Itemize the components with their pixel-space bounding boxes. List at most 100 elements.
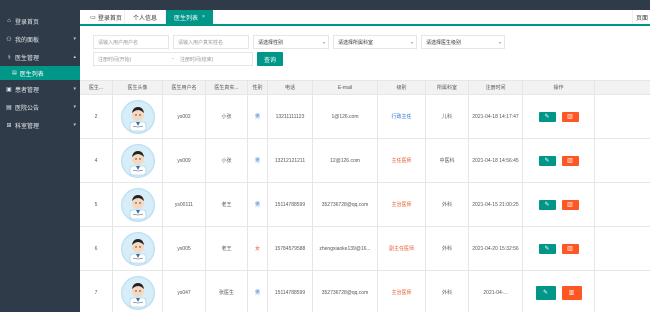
delete-icon: ▥ [567,202,573,208]
doctor-email: 352736728@qq.com [313,271,378,312]
tab-home[interactable]: ▭ 登录首页 [88,10,124,24]
date-end-input[interactable]: 注册时间(结束) [176,56,252,63]
sidebar-item-notice[interactable]: ▤ 医院公告 ▾ [0,98,80,116]
doctor-email: 12@126.com [313,139,378,182]
doctor-username: ys00111 [163,183,206,226]
select-value: 请选择医生级别 [426,39,462,46]
tab-scroll-left[interactable] [80,10,88,24]
sidebar-item-label: 医生管理 [15,55,40,62]
doctor-gender: 男 [248,95,268,138]
tab-label: 个人信息 [133,15,158,22]
doctor-gender: 男 [248,183,268,226]
avatar-cell [113,95,163,138]
column-header[interactable]: 级别 [378,81,426,94]
sidebar-item-patient[interactable]: ▣ 患者管理 ▾ [0,80,80,98]
column-header[interactable]: 注册时间 [469,81,523,94]
avatar-cell [113,227,163,270]
column-header[interactable]: 电话 [268,81,313,94]
username-input[interactable]: 请输入用户用户名 [93,35,169,49]
column-header[interactable]: 所属科室 [426,81,469,94]
doctor-level: 行政主任 [378,95,426,138]
edit-button[interactable]: ✎ [538,155,556,166]
chevron-down-icon: ▾ [73,122,76,128]
edit-button[interactable]: ✎ [538,199,556,210]
doctor-phone: 13211111123 [268,95,313,138]
column-header[interactable]: E-mail [313,81,378,94]
doctor-level: 主任医师 [378,139,426,182]
avatar [120,99,155,134]
tab-page-menu[interactable]: 页面 [632,10,650,24]
tab-profile[interactable]: 个人信息 [124,10,165,24]
select-value: 请选择性别 [258,39,284,46]
edit-button[interactable]: ✎ [535,285,556,300]
realname-input[interactable]: 请输入用户真实姓名 [173,35,249,49]
column-header[interactable]: 医生用户名 [163,81,206,94]
sidebar-item-panel[interactable]: ⚇ 我的面板 ▾ [0,30,80,48]
doctor-dept: 外科 [426,271,469,312]
edit-button[interactable]: ✎ [538,111,556,122]
doctor-username: ys005 [163,227,206,270]
patient-icon: ▣ [6,86,12,93]
date-start-input[interactable]: 注册时间(开始) [94,56,170,63]
top-header [80,0,650,10]
chevron-down-icon: ▾ [410,40,413,45]
edit-button[interactable]: ✎ [538,243,556,254]
doctor-username: ys002 [163,95,206,138]
doctor-icon: ⚕ [7,54,11,61]
doctor-level: 主治医师 [378,183,426,226]
date-range-input[interactable]: 注册时间(开始) - 注册时间(结束) [93,52,253,66]
delete-button[interactable]: ▥ [561,199,579,210]
sidebar-item-dept[interactable]: ⊞ 科室管理 ▾ [0,116,80,134]
sidebar-top [0,0,80,12]
doctor-id: 5 [80,183,113,226]
filter-panel: 请输入用户用户名 请输入用户真实姓名 请选择性别 ▾ 请选择所属科室 ▾ 请选择医生… [93,35,505,69]
sidebar-item-home[interactable]: ⌂ 登录首页 [0,12,80,30]
row-spacer [595,271,650,312]
tab-doctor-list[interactable]: 医生列表 × [165,10,213,24]
sidebar-item-doctor-list[interactable]: ▤ 医生列表 [0,66,80,80]
table-body: 2 ys002 小张男 13211111123 1@126.com 行政主任 儿科 2021-… [80,95,650,312]
sidebar-item-label: 医生列表 [19,71,44,78]
doctor-gender: 女 [248,227,268,270]
column-header[interactable]: 医生真实... [206,81,248,94]
tab-label: 医生列表 [174,15,199,22]
delete-button[interactable]: ▥ [561,285,582,300]
chevron-down-icon: ▾ [73,104,76,110]
delete-button[interactable]: ▥ [561,111,579,122]
delete-button[interactable]: ▥ [561,243,579,254]
sidebar-item-doctor[interactable]: ⚕ 医生管理 ▴ [0,48,80,66]
delete-button[interactable]: ▥ [561,155,579,166]
table-row: 5 ys00111 老王男 15114788599 352736728@qq.com 主治… [80,183,650,227]
avatar [120,187,155,222]
page-menu-label: 页面 [636,15,649,22]
panel-icon: ⚇ [6,36,12,43]
doctor-username: ys047 [163,271,206,312]
sidebar-item-label: 我的面板 [15,37,40,44]
row-actions: ✎ ▥ [523,271,595,312]
avatar-cell [113,183,163,226]
gender-select[interactable]: 请选择性别 ▾ [253,35,329,49]
delete-icon: ▥ [567,246,573,252]
dept-select[interactable]: 请选择所属科室 ▾ [333,35,417,49]
edit-icon: ✎ [544,202,550,208]
column-header[interactable]: 医生头像 [113,81,163,94]
close-icon[interactable]: × [202,14,205,20]
placeholder-text: 请输入用户用户名 [98,39,139,46]
column-header[interactable]: 操作 [523,81,595,94]
doctor-id: 6 [80,227,113,270]
doctor-realname: 老王 [206,183,248,226]
doctor-register-time: 2021-04-... [469,271,523,312]
level-select[interactable]: 请选择医生级别 ▾ [421,35,505,49]
search-button[interactable]: 查询 [257,52,283,66]
sidebar-item-label: 医院公告 [15,105,40,112]
avatar [120,143,155,178]
column-header[interactable]: 性别 [248,81,268,94]
filter-row: 请输入用户用户名 请输入用户真实姓名 请选择性别 ▾ 请选择所属科室 ▾ 请选择医生… [93,35,505,49]
doctor-gender: 男 [248,271,268,312]
app-root: ⌂ 登录首页 ⚇ 我的面板 ▾ ⚕ 医生管理 ▴ ▤ 医生列表 ▣ 患者管理 ▾… [0,0,650,312]
edit-icon: ✎ [544,246,550,252]
column-header[interactable]: 医生... [80,81,113,94]
row-actions: ✎ ▥ [523,227,595,270]
doctor-register-time: 2021-04-20 15:32:56 [469,227,523,270]
dept-icon: ⊞ [6,122,12,129]
